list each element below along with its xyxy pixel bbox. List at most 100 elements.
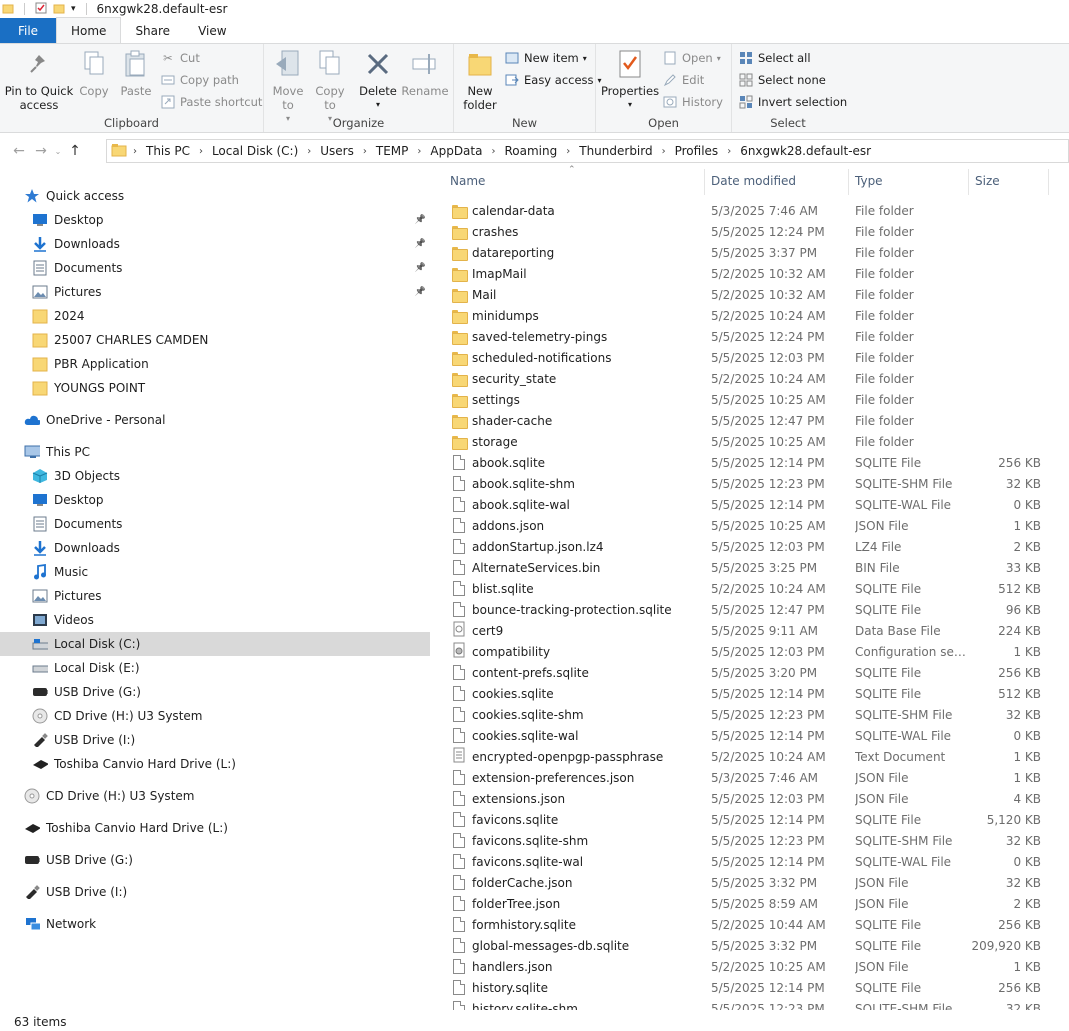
file-row[interactable]: formhistory.sqlite 5/2/2025 10:44 AM SQLIT… <box>437 914 1069 935</box>
column-header-date[interactable]: Date modified <box>711 165 796 197</box>
file-row[interactable]: encrypted-openpgp-passphrase 5/2/2025 10:… <box>437 746 1069 767</box>
file-row[interactable]: calendar-data 5/3/2025 7:46 AM File folder <box>437 200 1069 221</box>
breadcrumb-chevron-icon[interactable]: › <box>363 146 367 157</box>
rename-button[interactable]: Rename <box>401 48 449 98</box>
recent-locations-chevron-icon[interactable]: ⌄ <box>52 147 64 156</box>
forward-arrow-icon[interactable]: → <box>30 143 52 159</box>
sidebar-item[interactable]: USB Drive (G:) <box>0 680 430 704</box>
file-row[interactable]: favicons.sqlite-shm 5/5/2025 12:23 PM SQLI… <box>437 830 1069 851</box>
column-divider[interactable] <box>1048 169 1049 195</box>
file-row[interactable]: settings 5/5/2025 10:25 AM File folder <box>437 389 1069 410</box>
move-to-button[interactable]: Move to ▾ <box>268 48 308 126</box>
sidebar-item[interactable]: Local Disk (E:) <box>0 656 430 680</box>
breadcrumb-item[interactable]: This PC › <box>146 144 212 158</box>
back-arrow-icon[interactable]: ← <box>8 143 30 159</box>
easy-access-button[interactable]: Easy access ▾ <box>504 70 602 90</box>
tab-share[interactable]: Share <box>121 18 184 43</box>
select-none-button[interactable]: Select none <box>738 70 826 90</box>
sidebar-item[interactable]: Toshiba Canvio Hard Drive (L:) <box>0 816 430 840</box>
sidebar-item[interactable]: Documents <box>0 512 430 536</box>
file-row[interactable]: extension-preferences.json 5/3/2025 7:46 … <box>437 767 1069 788</box>
file-row[interactable]: abook.sqlite 5/5/2025 12:14 PM SQLITE File… <box>437 452 1069 473</box>
breadcrumb-item[interactable]: Profiles › <box>675 144 741 158</box>
breadcrumb-item[interactable]: Roaming › <box>504 144 579 158</box>
customize-toolbar-icon[interactable]: ▾ <box>71 4 76 14</box>
file-row[interactable]: bounce-tracking-protection.sqlite 5/5/202… <box>437 599 1069 620</box>
sidebar-item[interactable]: CD Drive (H:) U3 System <box>0 704 430 728</box>
copy-to-button[interactable]: Copy to ▾ <box>310 48 350 126</box>
delete-button[interactable]: Delete ▾ <box>358 48 398 112</box>
sidebar-item[interactable]: YOUNGS POINT <box>0 376 430 400</box>
file-row[interactable]: history.sqlite-shm 5/5/2025 12:23 PM SQLIT… <box>437 998 1069 1010</box>
sidebar-item[interactable]: Downloads 📌 <box>0 232 430 256</box>
tab-view[interactable]: View <box>184 18 240 43</box>
file-row[interactable]: cert9 5/5/2025 9:11 AM Data Base File 224 K… <box>437 620 1069 641</box>
edit-button[interactable]: Edit <box>662 70 704 90</box>
sidebar-item[interactable]: Downloads <box>0 536 430 560</box>
breadcrumb-chevron-icon[interactable]: › <box>199 146 203 157</box>
breadcrumb-chevron-icon[interactable]: › <box>727 146 731 157</box>
breadcrumb-item[interactable]: Local Disk (C:) › <box>212 144 320 158</box>
file-row[interactable]: favicons.sqlite 5/5/2025 12:14 PM SQLITE F… <box>437 809 1069 830</box>
file-row[interactable]: storage 5/5/2025 10:25 AM File folder <box>437 431 1069 452</box>
cut-button[interactable]: ✂ Cut <box>160 48 200 68</box>
sidebar-item[interactable]: OneDrive - Personal <box>0 408 430 432</box>
sidebar-item[interactable]: USB Drive (I:) <box>0 728 430 752</box>
breadcrumb-chevron-icon[interactable]: › <box>307 146 311 157</box>
file-row[interactable]: addonStartup.json.lz4 5/5/2025 12:03 PM LZ… <box>437 536 1069 557</box>
sidebar-item[interactable]: 2024 <box>0 304 430 328</box>
file-row[interactable]: abook.sqlite-wal 5/5/2025 12:14 PM SQLITE-… <box>437 494 1069 515</box>
column-divider[interactable] <box>968 169 969 195</box>
new-folder-button[interactable]: New folder <box>458 48 502 112</box>
sidebar-item[interactable]: This PC <box>0 440 430 464</box>
sidebar-item[interactable]: Pictures 📌 <box>0 280 430 304</box>
select-all-button[interactable]: Select all <box>738 48 811 68</box>
sidebar-item[interactable]: 25007 CHARLES CAMDEN <box>0 328 430 352</box>
file-row[interactable]: history.sqlite 5/5/2025 12:14 PM SQLITE Fi… <box>437 977 1069 998</box>
file-row[interactable]: global-messages-db.sqlite 5/5/2025 3:32 P… <box>437 935 1069 956</box>
paste-shortcut-button[interactable]: Paste shortcut <box>160 92 262 112</box>
sidebar-item[interactable]: USB Drive (I:) <box>0 880 430 904</box>
file-row[interactable]: extensions.json 5/5/2025 12:03 PM JSON Fil… <box>437 788 1069 809</box>
sidebar-item[interactable]: CD Drive (H:) U3 System <box>0 784 430 808</box>
file-row[interactable]: folderTree.json 5/5/2025 8:59 AM JSON File… <box>437 893 1069 914</box>
breadcrumb-chevron-icon[interactable]: › <box>566 146 570 157</box>
file-row[interactable]: folderCache.json 5/5/2025 3:32 PM JSON Fil… <box>437 872 1069 893</box>
history-button[interactable]: History <box>662 92 723 112</box>
sidebar-item[interactable]: Quick access <box>0 184 430 208</box>
breadcrumb-item[interactable]: 6nxgwk28.default-esr <box>740 144 871 158</box>
column-header-size[interactable]: Size <box>975 165 1000 197</box>
file-row[interactable]: cookies.sqlite-wal 5/5/2025 12:14 PM SQLIT… <box>437 725 1069 746</box>
file-row[interactable]: compatibility 5/5/2025 12:03 PM Configurat… <box>437 641 1069 662</box>
breadcrumb-chevron-icon[interactable]: › <box>662 146 666 157</box>
sidebar-item[interactable]: Documents 📌 <box>0 256 430 280</box>
sidebar-item[interactable]: Music <box>0 560 430 584</box>
sidebar-item[interactable]: Toshiba Canvio Hard Drive (L:) <box>0 752 430 776</box>
copy-button[interactable]: Copy <box>74 48 114 98</box>
tab-home[interactable]: Home <box>56 17 122 43</box>
column-header-type[interactable]: Type <box>855 165 883 197</box>
breadcrumb[interactable]: › This PC › Local Disk (C:) › Users › TEMP › App… <box>106 139 1069 163</box>
file-row[interactable]: abook.sqlite-shm 5/5/2025 12:23 PM SQLITE-… <box>437 473 1069 494</box>
file-row[interactable]: AlternateServices.bin 5/5/2025 3:25 PM BIN… <box>437 557 1069 578</box>
properties-check-icon[interactable] <box>35 2 47 17</box>
tab-file[interactable]: File <box>0 18 56 43</box>
sidebar-item[interactable]: Videos <box>0 608 430 632</box>
file-row[interactable]: cookies.sqlite 5/5/2025 12:14 PM SQLITE Fi… <box>437 683 1069 704</box>
breadcrumb-chevron-icon[interactable]: › <box>417 146 421 157</box>
sidebar-item[interactable]: PBR Application <box>0 352 430 376</box>
properties-button[interactable]: Properties ▾ <box>601 48 659 112</box>
file-row[interactable]: security_state 5/2/2025 10:24 AM File fold… <box>437 368 1069 389</box>
new-item-button[interactable]: New item ▾ <box>504 48 587 68</box>
breadcrumb-item[interactable]: Users › <box>320 144 376 158</box>
file-row[interactable]: scheduled-notifications 5/5/2025 12:03 PM… <box>437 347 1069 368</box>
sidebar-item[interactable]: Local Disk (C:) <box>0 632 430 656</box>
file-row[interactable]: content-prefs.sqlite 5/5/2025 3:20 PM SQLI… <box>437 662 1069 683</box>
file-row[interactable]: crashes 5/5/2025 12:24 PM File folder <box>437 221 1069 242</box>
breadcrumb-separator[interactable]: › <box>133 146 146 157</box>
file-row[interactable]: ImapMail 5/2/2025 10:32 AM File folder <box>437 263 1069 284</box>
column-header-name[interactable]: Name <box>450 165 485 197</box>
breadcrumb-item[interactable]: Thunderbird › <box>579 144 674 158</box>
file-row[interactable]: favicons.sqlite-wal 5/5/2025 12:14 PM SQLI… <box>437 851 1069 872</box>
file-row[interactable]: addons.json 5/5/2025 10:25 AM JSON File 1 K… <box>437 515 1069 536</box>
